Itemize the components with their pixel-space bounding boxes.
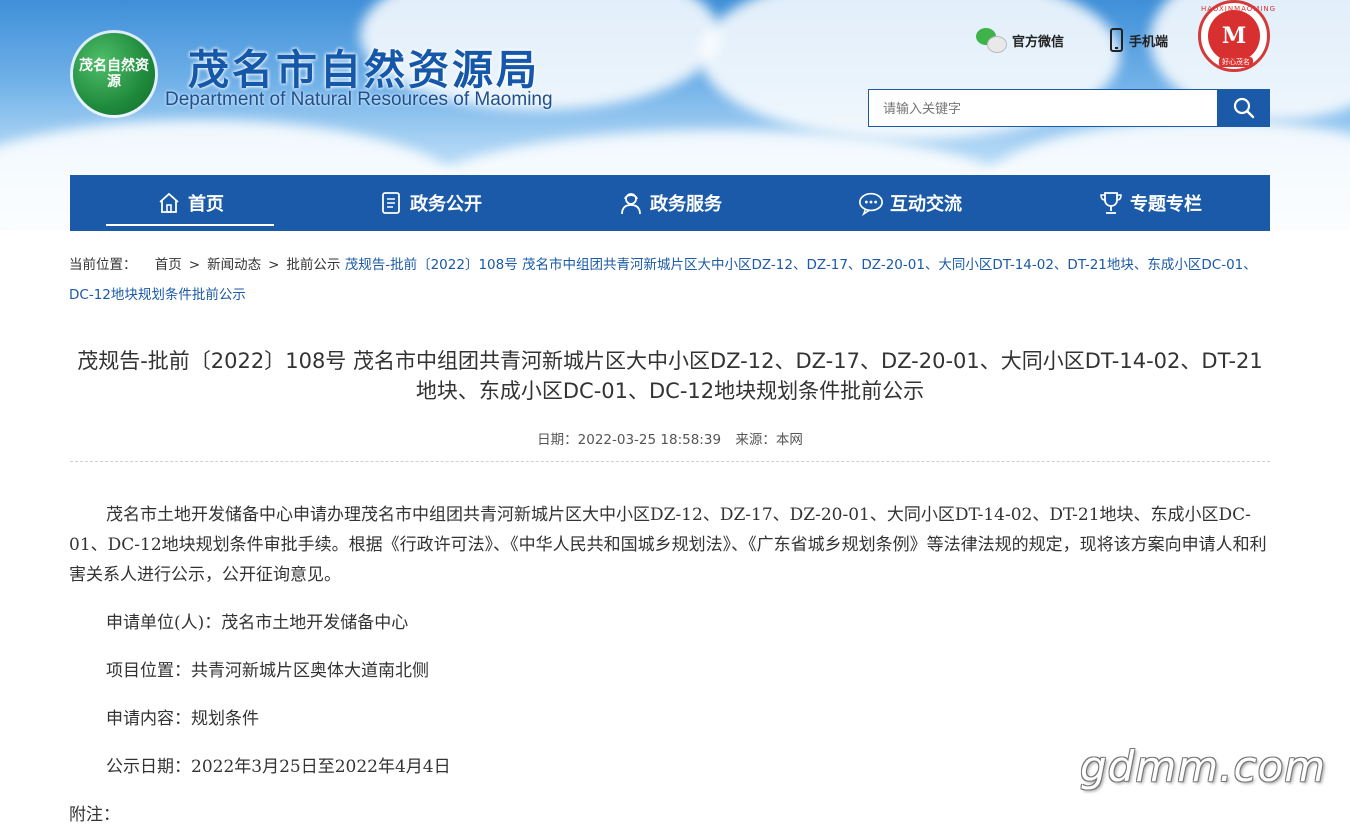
emblem-mark: M xyxy=(1208,10,1260,62)
breadcrumb-home[interactable]: 首页 xyxy=(155,257,182,273)
source-label: 来源： xyxy=(735,432,776,448)
search-icon xyxy=(1233,97,1254,119)
site-logo[interactable]: 茂名自然资源 xyxy=(73,33,155,115)
intro-paragraph: 茂名市土地开发储备中心申请办理茂名市中组团共青河新城片区大中小区DZ-12、DZ… xyxy=(69,505,1267,585)
note-line: 附注： xyxy=(69,805,120,825)
nav-home[interactable]: 首页 xyxy=(70,175,310,231)
breadcrumb-pre-approval[interactable]: 批前公示 xyxy=(286,257,340,273)
project-location-line: 项目位置：共青河新城片区奥体大道南北侧 xyxy=(106,661,429,681)
city-emblem[interactable]: HAOXINMAOMING M 好心茂名 xyxy=(1198,0,1277,72)
nav-interaction[interactable]: 互动交流 xyxy=(790,175,1030,231)
site-subtitle: Department of Natural Resources of Maomi… xyxy=(165,89,553,110)
document-icon xyxy=(378,190,404,216)
site-title[interactable]: 茂名市自然资源局 xyxy=(188,36,540,96)
trophy-icon xyxy=(1098,190,1124,216)
mobile-link[interactable]: 手机端 xyxy=(1110,28,1168,52)
breadcrumb: 当前位置： 首页 > 新闻动态 > 批前公示 茂规告-批前〔2022〕108号 茂名市中… xyxy=(69,250,1269,310)
watermark: gdmm.com xyxy=(1080,742,1327,791)
nav-interaction-label: 互动交流 xyxy=(890,194,962,215)
logo-text: 茂名自然资源 xyxy=(79,58,149,90)
publish-date: 2022-03-25 18:58:39 xyxy=(577,432,722,448)
article-title: 茂规告-批前〔2022〕108号 茂名市中组团共青河新城片区大中小区DZ-12、… xyxy=(77,349,1263,403)
date-label: 日期： xyxy=(537,432,578,448)
divider xyxy=(70,461,1270,462)
wechat-link-label: 官方微信 xyxy=(1012,34,1065,50)
main-nav: 首页 政务公开 政务服务 互动交流 专题专栏 xyxy=(70,175,1270,231)
mobile-phone-icon xyxy=(1110,28,1123,52)
nav-special-topics-label: 专题专栏 xyxy=(1130,194,1202,215)
article-meta: 日期：2022-03-25 18:58:39 来源：本网 xyxy=(70,428,1270,448)
nav-government-services-label: 政务服务 xyxy=(650,194,722,215)
application-content-line: 申请内容：规划条件 xyxy=(106,709,259,729)
breadcrumb-separator: > xyxy=(268,257,280,273)
mobile-link-label: 手机端 xyxy=(1129,34,1169,50)
nav-government-affairs[interactable]: 政务公开 xyxy=(310,175,550,231)
wechat-icon xyxy=(976,28,1007,53)
home-icon xyxy=(156,190,182,216)
breadcrumb-separator: > xyxy=(188,257,201,273)
emblem-ring-text: HAOXINMAOMING xyxy=(1201,5,1277,13)
search-input[interactable] xyxy=(868,89,1218,127)
nav-home-label: 首页 xyxy=(188,194,224,215)
nav-government-services[interactable]: 政务服务 xyxy=(550,175,790,231)
nav-government-affairs-label: 政务公开 xyxy=(410,194,482,215)
article-source: 本网 xyxy=(775,432,803,448)
wechat-link[interactable]: 官方微信 xyxy=(976,28,1065,53)
applicant-line: 申请单位(人)：茂名市土地开发储备中心 xyxy=(106,613,409,633)
nav-special-topics[interactable]: 专题专栏 xyxy=(1030,175,1270,231)
breadcrumb-news[interactable]: 新闻动态 xyxy=(207,257,261,273)
chat-bubble-icon xyxy=(858,190,884,216)
breadcrumb-label: 当前位置： xyxy=(69,257,137,273)
search-button[interactable] xyxy=(1217,89,1270,127)
emblem-bottom-text: 好心茂名 xyxy=(1219,57,1253,67)
service-person-icon xyxy=(618,190,644,216)
